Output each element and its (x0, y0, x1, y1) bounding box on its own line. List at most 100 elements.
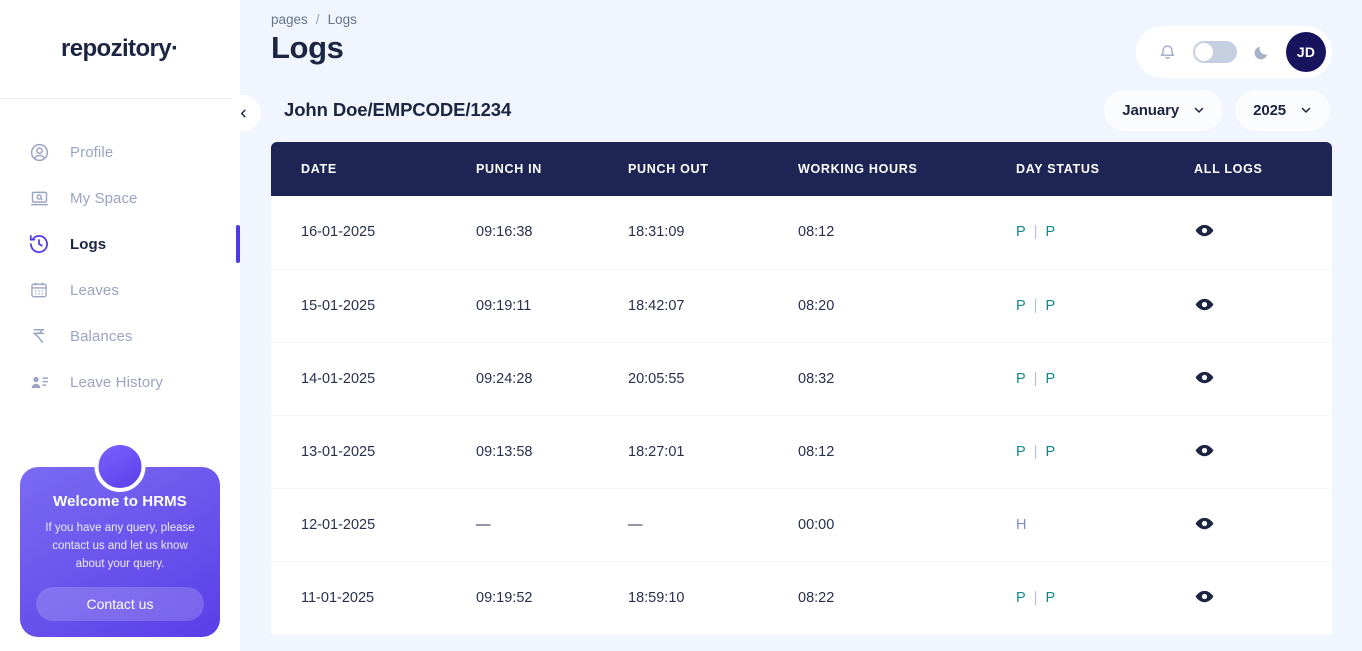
toggle-knob (1195, 43, 1214, 61)
view-logs-button[interactable] (1194, 220, 1215, 244)
sidebar-collapse-button[interactable] (225, 95, 261, 131)
eye-icon (1194, 294, 1215, 318)
subheader: John Doe/EMPCODE/1234 January 2025 (271, 80, 1332, 140)
table-row: 14-01-2025 09:24:28 20:05:55 08:32 P | P (271, 342, 1333, 415)
theme-toggle-switch[interactable] (1193, 41, 1238, 63)
topbar-actions: JD (1136, 26, 1333, 78)
bell-icon[interactable] (1158, 43, 1177, 62)
cell-punch-in: 09:19:11 (476, 297, 532, 314)
cell-day-status: P | P (1016, 415, 1194, 488)
table-body: 16-01-2025 09:16:38 18:31:09 08:12 P | P 15-01-… (271, 196, 1333, 634)
logs-table: DATE PUNCH IN PUNCH OUT WORKING HOURS DA… (271, 142, 1333, 635)
app-root: repozitory · Profile My Space Logs Leave… (0, 0, 1362, 651)
cell-punch-out: 18:31:09 (628, 224, 685, 241)
contact-us-button[interactable]: Contact us (36, 587, 204, 622)
cell-punch-in: 09:24:28 (476, 370, 533, 387)
chevron-down-icon (1300, 104, 1312, 116)
cell-all-logs (1194, 196, 1332, 269)
status-present[interactable]: P (1016, 590, 1026, 606)
sidebar-item-label: Leave History (70, 373, 164, 391)
status-present[interactable]: P (1045, 371, 1055, 387)
page-heading-group: pages / Logs Logs (271, 12, 357, 66)
sidebar-item-label: My Space (70, 189, 138, 207)
month-filter-value: January (1122, 101, 1180, 119)
table-row: 13-01-2025 09:13:58 18:27:01 08:12 P | P (271, 415, 1333, 488)
main-content: pages / Logs Logs JD John Doe/EMPCODE/12… (240, 0, 1362, 651)
table-row: 11-01-2025 09:19:52 18:59:10 08:22 P | P (271, 561, 1333, 634)
column-header-punch-in: PUNCH IN (476, 162, 543, 176)
sidebar-item-leaves[interactable]: Leaves (0, 267, 240, 313)
sidebar-item-balances[interactable]: Balances (0, 313, 240, 359)
promo-title: Welcome to HRMS (53, 493, 187, 510)
user-list-icon (28, 371, 50, 393)
column-header-working-hours: WORKING HOURS (798, 162, 918, 176)
view-logs-button[interactable] (1194, 294, 1215, 318)
year-filter-dropdown[interactable]: 2025 (1235, 89, 1331, 131)
status-present[interactable]: P (1045, 590, 1055, 606)
view-logs-button[interactable] (1194, 440, 1215, 464)
brand-name: repozitory (60, 35, 172, 62)
moon-icon[interactable] (1253, 44, 1270, 61)
table-row: 16-01-2025 09:16:38 18:31:09 08:12 P | P (271, 196, 1333, 269)
cell-date: 14-01-2025 (301, 370, 376, 387)
sidebar-item-label: Profile (70, 143, 114, 161)
avatar[interactable]: JD (1286, 32, 1327, 72)
eye-icon (1194, 513, 1215, 537)
cell-date: 15-01-2025 (301, 297, 376, 314)
sidebar-nav: Profile My Space Logs Leaves Balances Le… (0, 129, 240, 405)
page-title: Logs (271, 30, 344, 65)
sidebar-item-label: Leaves (70, 281, 119, 299)
sidebar-item-logs[interactable]: Logs (0, 221, 240, 267)
status-separator: | (1033, 224, 1038, 241)
laptop-search-icon (28, 187, 50, 209)
cell-day-status: H (1016, 488, 1194, 561)
cell-punch-in: 09:19:52 (476, 589, 533, 606)
cell-day-status: P | P (1016, 196, 1194, 269)
status-present[interactable]: P (1016, 371, 1026, 387)
cell-working-hours: 08:12 (798, 443, 835, 460)
table-row: 12-01-2025 — — 00:00 H (271, 488, 1333, 561)
brand-logo[interactable]: repozitory · (0, 0, 240, 99)
cell-all-logs (1194, 342, 1332, 415)
filter-group: January 2025 (1104, 89, 1331, 131)
cell-punch-out: 20:05:55 (628, 370, 685, 387)
status-present[interactable]: P (1045, 444, 1055, 460)
eye-icon (1194, 220, 1215, 244)
status-present[interactable]: P (1016, 298, 1026, 314)
cell-punch-in: 09:16:38 (476, 224, 533, 241)
status-present[interactable]: P (1016, 224, 1026, 240)
calendar-icon (28, 279, 50, 301)
status-present[interactable]: P (1045, 224, 1055, 240)
sidebar-item-my-space[interactable]: My Space (0, 175, 240, 221)
cell-punch-out: 18:42:07 (628, 297, 685, 314)
eye-icon (1194, 440, 1215, 464)
view-logs-button[interactable] (1194, 513, 1215, 537)
view-logs-button[interactable] (1194, 586, 1215, 610)
column-header-all-logs: ALL LOGS (1194, 162, 1263, 176)
cell-punch-in: 09:13:58 (476, 443, 533, 460)
status-separator: | (1033, 297, 1038, 314)
promo-avatar-circle (94, 441, 146, 492)
cell-punch-out: 18:27:01 (628, 443, 685, 460)
cell-working-hours: 08:12 (798, 224, 835, 241)
brand-dot: · (171, 35, 180, 62)
status-holiday[interactable]: H (1016, 517, 1026, 533)
cell-all-logs (1194, 488, 1332, 561)
status-present[interactable]: P (1045, 298, 1055, 314)
cell-working-hours: 08:22 (798, 589, 835, 606)
status-present[interactable]: P (1016, 444, 1026, 460)
promo-text: If you have any query, please contact us… (45, 522, 195, 570)
cell-all-logs (1194, 561, 1332, 634)
month-filter-dropdown[interactable]: January (1104, 89, 1224, 131)
view-logs-button[interactable] (1194, 367, 1215, 391)
breadcrumb: pages / Logs (271, 12, 357, 27)
user-circle-icon (28, 141, 50, 163)
topbar: pages / Logs Logs JD (271, 0, 1333, 80)
sidebar-item-leave-history[interactable]: Leave History (0, 359, 240, 405)
cell-all-logs (1194, 269, 1332, 342)
breadcrumb-parent[interactable]: pages (271, 12, 308, 27)
eye-icon (1194, 367, 1215, 391)
sidebar-item-profile[interactable]: Profile (0, 129, 240, 175)
breadcrumb-separator: / (315, 12, 320, 27)
rupee-icon (28, 325, 50, 347)
